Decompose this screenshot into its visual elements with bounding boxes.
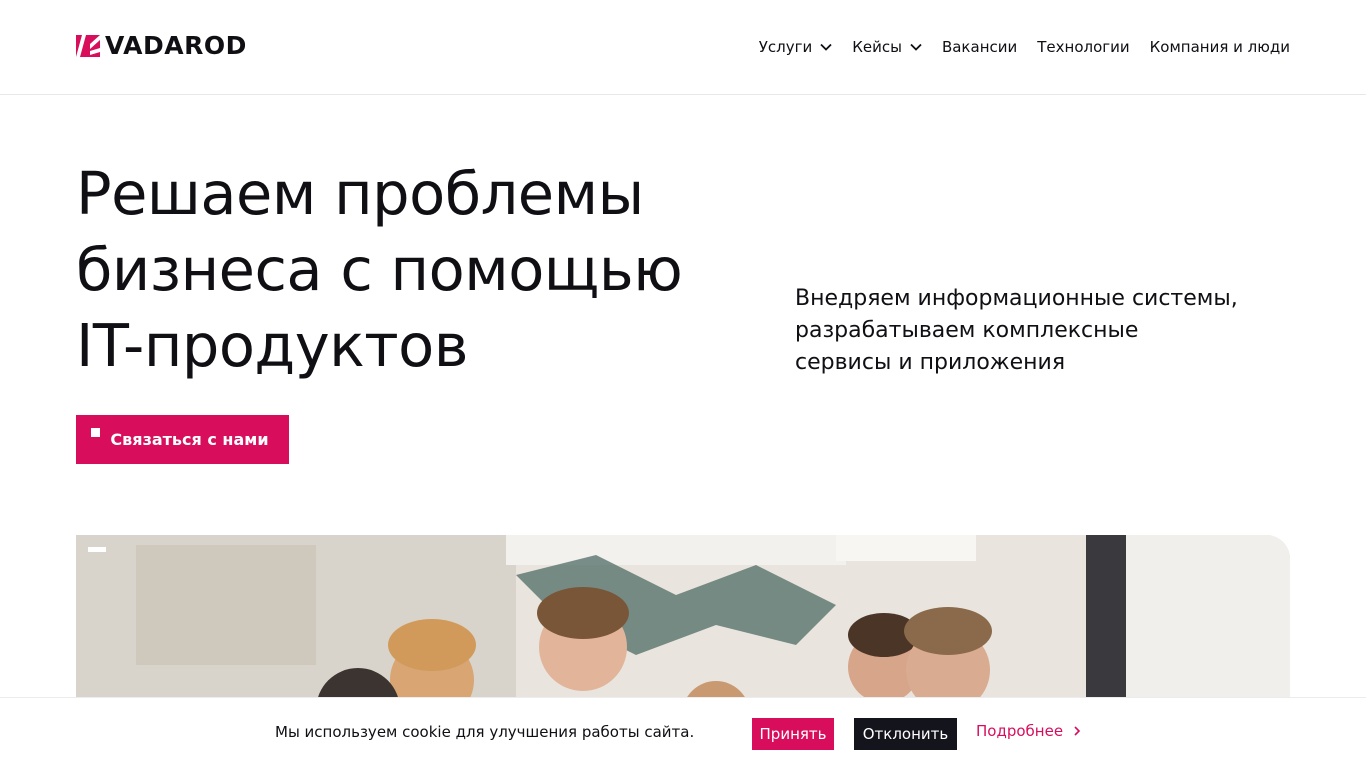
site-header: VADAROD Услуги Кейсы Вакансии Технологии… — [0, 0, 1366, 95]
hero-title-line: Решаем проблемы — [76, 159, 644, 228]
hero-title: Решаем проблемы бизнеса с помощью IT-про… — [76, 156, 776, 384]
nav-item-services[interactable]: Услуги — [759, 38, 832, 56]
nav-item-label: Компания и люди — [1149, 38, 1290, 56]
nav-item-label: Кейсы — [852, 38, 902, 56]
nav-item-label: Услуги — [758, 38, 813, 56]
decline-cookies-button[interactable]: Отклонить — [854, 718, 957, 750]
nav-item-company[interactable]: Компания и люди — [1150, 38, 1290, 56]
hero-title-line: IT-продуктов — [76, 311, 469, 380]
contact-us-label: Связаться с нами — [110, 430, 269, 449]
chevron-down-icon — [820, 43, 832, 51]
hero-subtitle-line: Внедряем информационные системы, — [795, 286, 1238, 311]
hero-subtitle: Внедряем информационные системы, разраба… — [795, 283, 1295, 379]
hero-subtitle-line: сервисы и приложения — [795, 350, 1066, 375]
cookie-text: Мы используем cookie для улучшения работ… — [275, 723, 695, 741]
nav-item-cases[interactable]: Кейсы — [852, 38, 922, 56]
square-bullet-icon — [91, 428, 100, 437]
nav-item-label: Вакансии — [941, 38, 1018, 56]
nav-item-technologies[interactable]: Технологии — [1037, 38, 1129, 56]
logo-mark-icon — [76, 35, 100, 57]
hero-title-line: бизнеса с помощью — [76, 235, 683, 304]
logo[interactable]: VADAROD — [76, 33, 247, 59]
contact-us-button[interactable]: Связаться с нами — [76, 415, 289, 464]
hero-subtitle-line: разрабатываем комплексные — [795, 318, 1139, 343]
chevron-right-icon — [1074, 726, 1081, 736]
more-info-link[interactable]: Подробнее — [976, 722, 1081, 740]
logo-text: VADAROD — [105, 31, 247, 60]
main-nav: Услуги Кейсы Вакансии Технологии Компани… — [759, 36, 1290, 58]
accept-cookies-button[interactable]: Принять — [752, 718, 834, 750]
nav-item-label: Технологии — [1037, 38, 1130, 56]
more-info-label: Подробнее — [976, 722, 1064, 740]
cookie-bar: Мы используем cookie для улучшения работ… — [0, 697, 1366, 768]
nav-item-vacancies[interactable]: Вакансии — [942, 38, 1017, 56]
chevron-down-icon — [910, 43, 922, 51]
